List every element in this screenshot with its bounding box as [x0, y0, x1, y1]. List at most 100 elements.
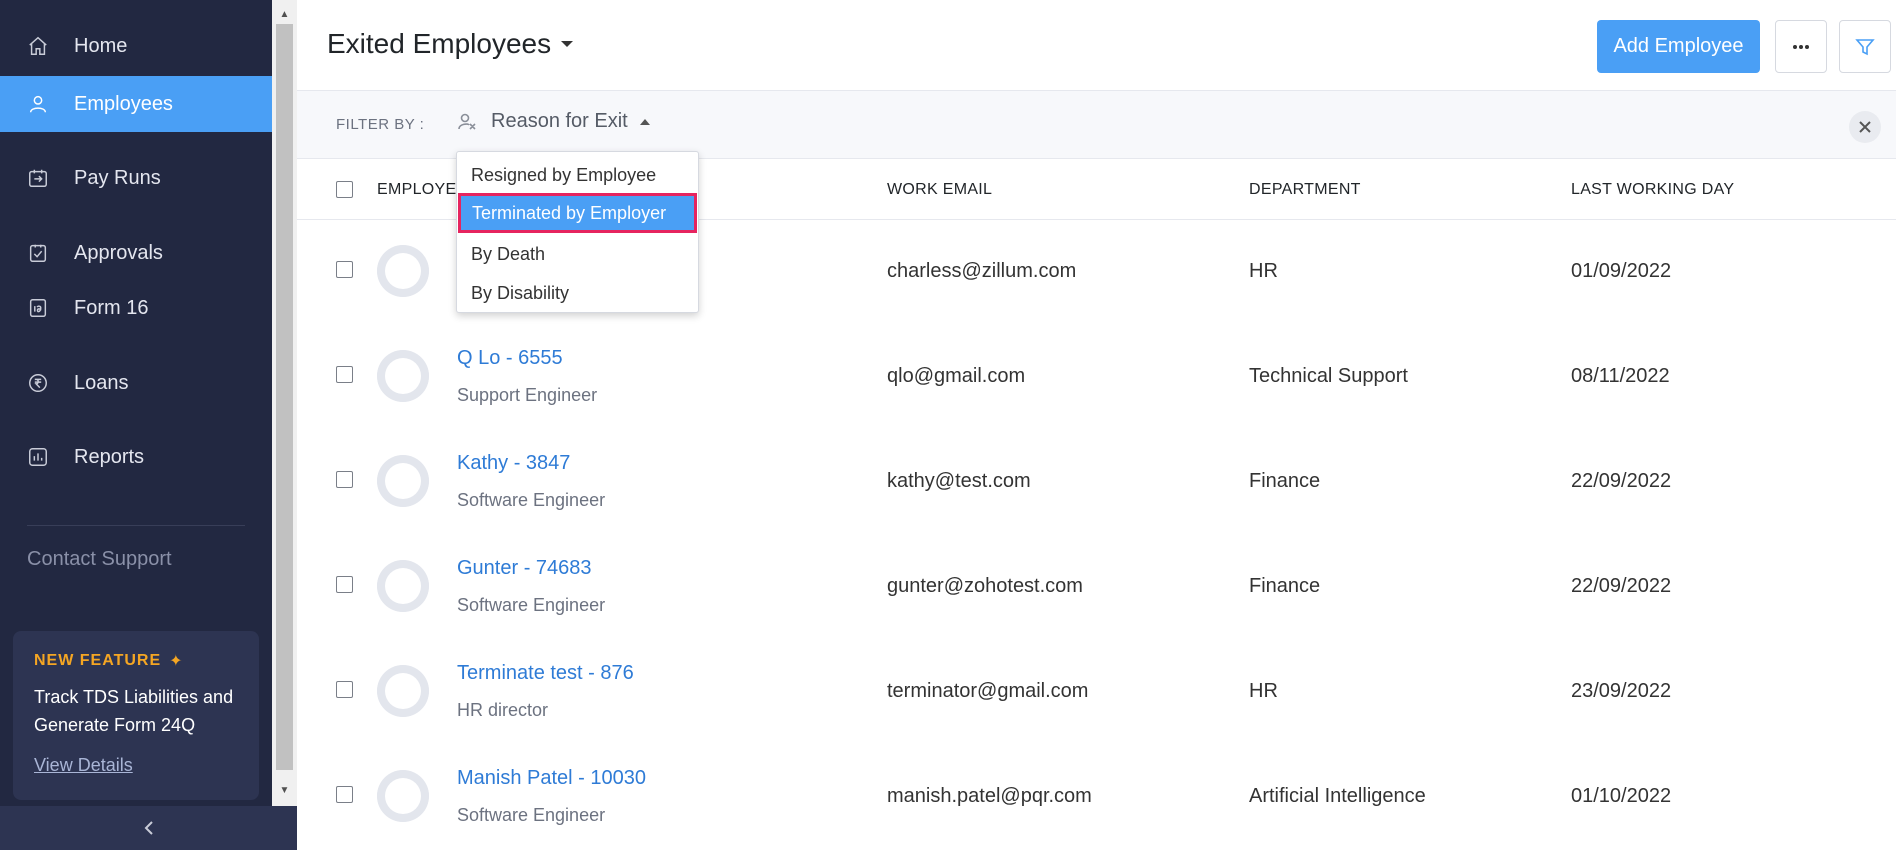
filter-button[interactable]: [1839, 20, 1891, 73]
employee-name-link[interactable]: Manish Patel - 10030: [457, 767, 646, 790]
column-header-last-working-day[interactable]: LAST WORKING DAY: [1571, 181, 1734, 199]
department: HR: [1249, 680, 1278, 702]
row-checkbox[interactable]: [336, 576, 353, 593]
work-email: charless@zillum.com: [887, 260, 1077, 282]
table-row[interactable]: Q Lo - 6555 Support Engineer qlo@gmail.c…: [297, 325, 1896, 430]
last-working-day: 01/09/2022: [1571, 260, 1672, 282]
option-resigned-by-employee[interactable]: Resigned by Employee: [457, 155, 698, 195]
filter-bar: FILTER BY : Reason for Exit: [297, 91, 1896, 159]
filter-by-label: FILTER BY :: [336, 116, 425, 133]
scroll-thumb[interactable]: [276, 24, 293, 770]
sidebar-item-label: Pay Runs: [74, 166, 161, 189]
sidebar-item-employees[interactable]: Employees: [0, 76, 272, 132]
sparkle-icon: ✦: [169, 653, 184, 670]
page-title-dropdown[interactable]: Exited Employees: [327, 28, 574, 60]
department: HR: [1249, 260, 1278, 282]
chevron-left-icon: [144, 821, 153, 835]
avatar: [377, 770, 429, 822]
avatar: [377, 665, 429, 717]
avatar: [377, 350, 429, 402]
user-icon: [26, 92, 50, 116]
row-checkbox[interactable]: [336, 261, 353, 278]
last-working-day: 23/09/2022: [1571, 680, 1672, 702]
new-feature-tag: NEW FEATURE ✦: [34, 651, 238, 671]
ellipsis-icon: [1793, 44, 1809, 49]
sidebar-item-home[interactable]: Home: [0, 18, 272, 74]
column-header-employee-name[interactable]: EMPLOYEI: [377, 181, 461, 199]
sidebar-item-label: Form 16: [74, 296, 149, 319]
caret-down-icon: [561, 41, 574, 47]
close-icon: [1859, 121, 1871, 133]
department: Artificial Intelligence: [1249, 785, 1426, 807]
sidebar-item-label: Employees: [74, 92, 173, 115]
work-email: terminator@gmail.com: [887, 680, 1089, 702]
work-email: gunter@zohotest.com: [887, 575, 1083, 597]
reason-for-exit-filter[interactable]: Reason for Exit: [457, 110, 650, 133]
row-checkbox[interactable]: [336, 366, 353, 383]
avatar: [377, 455, 429, 507]
employee-role: Software Engineer: [457, 490, 606, 510]
view-details-link[interactable]: View Details: [34, 755, 133, 776]
reports-icon: [26, 445, 50, 469]
sidebar-item-label: Approvals: [74, 241, 163, 264]
employee-role: Support Engineer: [457, 385, 598, 405]
sidebar-item-approvals[interactable]: Approvals: [0, 225, 272, 281]
contact-support-link[interactable]: Contact Support: [27, 548, 172, 571]
option-terminated-by-employer[interactable]: Terminated by Employer: [458, 193, 697, 233]
main-content: Exited Employees Add Employee FILTER BY …: [297, 0, 1896, 850]
filter-icon: [1855, 38, 1875, 55]
scroll-down-arrow-icon[interactable]: ▼: [272, 780, 297, 800]
select-all-checkbox[interactable]: [336, 181, 353, 198]
home-icon: [26, 34, 50, 58]
table-row[interactable]: Terminate test - 876 HR director termina…: [297, 640, 1896, 745]
employee-name-link[interactable]: Gunter - 74683: [457, 557, 592, 580]
scroll-up-arrow-icon[interactable]: ▲: [272, 4, 297, 24]
sidebar-item-form-16[interactable]: Form 16: [0, 280, 272, 336]
approval-icon: [26, 241, 50, 265]
employee-name-link[interactable]: Kathy - 3847: [457, 452, 570, 475]
work-email: qlo@gmail.com: [887, 365, 1026, 387]
sidebar-item-pay-runs[interactable]: Pay Runs: [0, 150, 272, 206]
row-checkbox[interactable]: [336, 681, 353, 698]
collapse-sidebar-button[interactable]: [0, 806, 297, 850]
table-row[interactable]: Manish Patel - 10030 Software Engineer m…: [297, 745, 1896, 850]
reason-for-exit-dropdown: Resigned by Employee Terminated by Emplo…: [456, 151, 699, 313]
form16-icon: [26, 296, 50, 320]
more-options-button[interactable]: [1775, 20, 1827, 73]
work-email: manish.patel@pqr.com: [887, 785, 1092, 807]
caret-up-icon: [639, 118, 650, 125]
table-row[interactable]: Kathy - 3847 Software Engineer kathy@tes…: [297, 430, 1896, 535]
department: Finance: [1249, 575, 1321, 597]
employee-role: Software Engineer: [457, 805, 606, 825]
sidebar-item-loans[interactable]: Loans: [0, 355, 272, 411]
option-by-disability[interactable]: By Disability: [457, 273, 698, 313]
column-header-department[interactable]: DEPARTMENT: [1249, 181, 1361, 199]
row-checkbox[interactable]: [336, 786, 353, 803]
column-header-work-email[interactable]: WORK EMAIL: [887, 181, 992, 199]
clear-filter-button[interactable]: [1849, 111, 1881, 143]
option-by-death[interactable]: By Death: [457, 234, 698, 274]
rupee-icon: [26, 371, 50, 395]
sidebar-item-label: Loans: [74, 371, 129, 394]
user-exit-icon: [458, 113, 476, 130]
sidebar-scrollbar[interactable]: ▲ ▼: [272, 0, 297, 806]
employee-name-link[interactable]: Q Lo - 6555: [457, 347, 563, 370]
feature-description: Track TDS Liabilities and Generate Form …: [34, 687, 234, 735]
employee-name-link[interactable]: Terminate test - 876: [457, 662, 634, 685]
last-working-day: 22/09/2022: [1571, 470, 1672, 492]
sidebar-item-label: Reports: [74, 445, 145, 468]
add-employee-button[interactable]: Add Employee: [1597, 20, 1760, 73]
sidebar-item-reports[interactable]: Reports: [0, 429, 272, 485]
sidebar-item-label: Home: [74, 34, 128, 57]
sidebar: Home Employees Pay Runs Approvals Form 1…: [0, 0, 272, 850]
page-header: Exited Employees Add Employee: [297, 0, 1896, 91]
employee-role: HR director: [457, 700, 549, 720]
filter-chip-label: Reason for Exit: [491, 110, 628, 132]
last-working-day: 22/09/2022: [1571, 575, 1672, 597]
sidebar-divider: [27, 525, 245, 526]
payrun-icon: [26, 166, 50, 190]
department: Finance: [1249, 470, 1321, 492]
row-checkbox[interactable]: [336, 471, 353, 488]
table-row[interactable]: Gunter - 74683 Software Engineer gunter@…: [297, 535, 1896, 640]
department: Technical Support: [1249, 365, 1408, 387]
